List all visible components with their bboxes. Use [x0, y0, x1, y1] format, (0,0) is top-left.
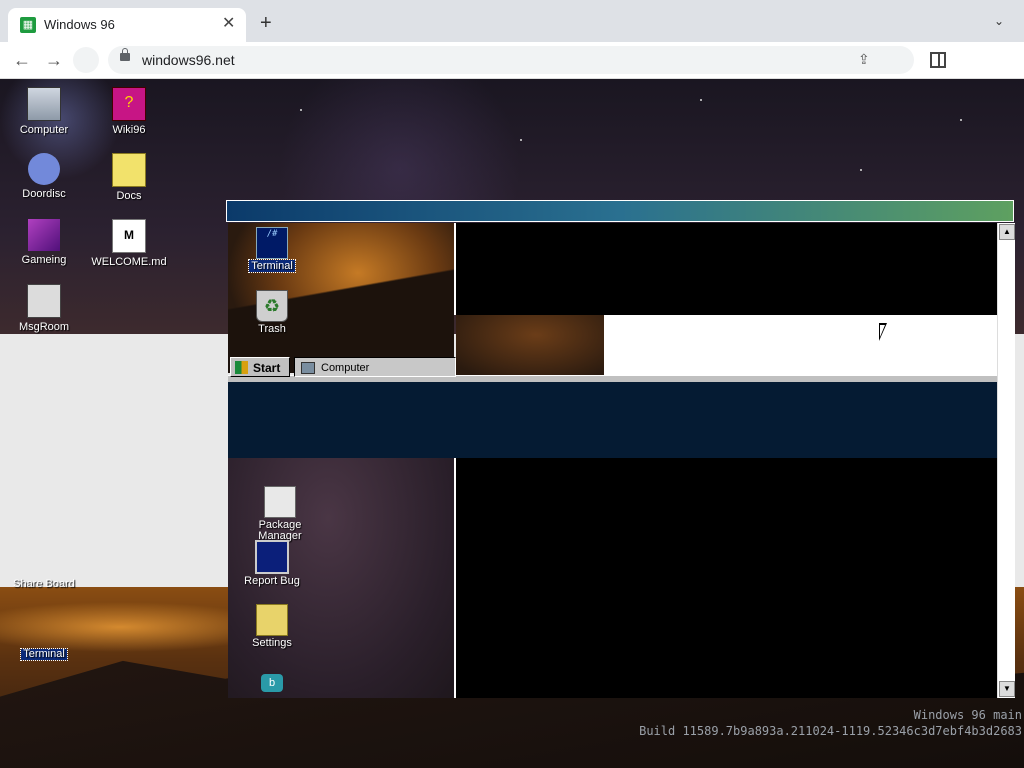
desktop-icon-label: Terminal	[20, 648, 68, 661]
mouse-cursor-icon	[879, 323, 891, 341]
window-icon-app[interactable]: b	[242, 674, 302, 692]
settings-icon	[256, 604, 288, 636]
tab-search-chevron-icon[interactable]: ⌄	[994, 14, 1004, 28]
window-icon-label: Report Bug	[244, 575, 300, 587]
desktop-icon-wiki96[interactable]: ? Wiki96	[89, 87, 169, 136]
package-manager-icon	[264, 486, 296, 518]
reload-button[interactable]	[73, 47, 99, 73]
terminal-icon: /#	[256, 227, 288, 259]
lock-icon	[120, 48, 130, 61]
desktop-icon-docs[interactable]: Docs	[89, 153, 169, 202]
scroll-up-arrow-icon[interactable]: ▲	[999, 224, 1015, 240]
desktop-icon-welcome-md[interactable]: M WELCOME.md	[89, 219, 169, 268]
cube-icon	[28, 219, 60, 251]
desktop-icon-label: MsgRoom	[18, 321, 70, 333]
back-button[interactable]: ←	[13, 50, 31, 70]
share-icon[interactable]: ⇪	[858, 51, 870, 68]
window-icon-report-bug[interactable]: Report Bug	[242, 540, 302, 587]
star	[300, 109, 302, 111]
report-bug-icon	[255, 540, 289, 574]
window-title-bar[interactable]	[226, 200, 1014, 222]
blank-pane	[604, 315, 997, 377]
discord-icon	[28, 153, 60, 185]
computer-icon	[27, 87, 61, 121]
taskbar-item-computer[interactable]: Computer	[294, 357, 456, 377]
desktop-icon-doordisc[interactable]: Doordisc	[4, 153, 84, 200]
new-tab-button[interactable]: +	[260, 13, 272, 33]
browser-tab-bar: ▦ Windows 96 ✕ + ⌄	[0, 0, 1024, 42]
desktop-icon-label: Share Board	[13, 579, 75, 589]
window-icon-label: Settings	[252, 637, 292, 649]
tab-title: Windows 96	[44, 17, 115, 32]
window-icon-trash[interactable]: ♻ Trash	[242, 290, 302, 335]
window-icon-settings[interactable]: Settings	[242, 604, 302, 649]
windows96-favicon-icon: ▦	[20, 17, 36, 33]
window-icon-label: Trash	[258, 323, 286, 335]
star	[520, 139, 522, 141]
url-text: windows96.net	[142, 52, 235, 68]
desktop-icon-msgroom[interactable]: MsgRoom	[4, 284, 84, 333]
desktop-icon-label: Doordisc	[22, 188, 66, 200]
window-icon-label: Package Manager	[258, 519, 302, 542]
navy-band	[228, 382, 997, 458]
computer-icon	[301, 362, 315, 374]
star	[860, 169, 862, 171]
window-icon-terminal[interactable]: /# Terminal	[242, 227, 302, 273]
terminal-pane-bottom[interactable]	[454, 458, 999, 698]
wallpaper-strip	[456, 315, 604, 375]
forward-button[interactable]: →	[45, 50, 63, 70]
desktop-icon-label: WELCOME.md	[91, 256, 167, 268]
side-panel-icon[interactable]	[930, 52, 946, 68]
desktop-icon-label: Docs	[116, 190, 142, 202]
star	[700, 99, 702, 101]
version-watermark: Windows 96 main	[913, 708, 1022, 722]
desktop-icon-computer[interactable]: Computer	[4, 87, 84, 136]
window-icon-label: Terminal	[248, 259, 296, 273]
desktop-icon-terminal[interactable]: Terminal	[4, 645, 84, 661]
star	[960, 119, 962, 121]
terminal-pane-top[interactable]	[454, 223, 999, 315]
scroll-down-arrow-icon[interactable]: ▼	[999, 681, 1015, 697]
markdown-icon: M	[112, 219, 146, 253]
desktop-icon-label: Wiki96	[112, 124, 146, 136]
browser-tab[interactable]: ▦ Windows 96 ✕	[8, 8, 246, 42]
glitched-window[interactable]: ▲ ▼ /# Terminal ♻ Trash Start Computer P…	[226, 200, 1015, 698]
windows96-logo-icon	[235, 361, 248, 374]
start-label: Start	[253, 361, 281, 375]
tab-close-icon[interactable]: ✕	[222, 15, 235, 33]
desktop-icon-gameing[interactable]: Gameing	[4, 219, 84, 266]
vertical-scrollbar[interactable]: ▲ ▼	[997, 223, 1015, 698]
book-icon: ?	[112, 87, 146, 121]
trash-icon: ♻	[256, 290, 288, 322]
desktop-icon-share-board[interactable]: Share Board	[4, 579, 84, 589]
app-icon: b	[261, 674, 283, 692]
taskbar-item-label: Computer	[321, 362, 370, 374]
address-bar[interactable]: windows96.net ⇪	[108, 46, 914, 74]
desktop-viewport: Computer ? Wiki96 Doordisc Docs Gameing …	[0, 79, 1024, 768]
start-button[interactable]: Start	[230, 357, 290, 377]
window-icon-package-manager[interactable]: Package Manager	[250, 486, 310, 542]
browser-toolbar: ← → windows96.net ⇪	[0, 42, 1024, 79]
desktop-icon-label: Gameing	[21, 254, 67, 266]
folder-icon	[112, 153, 146, 187]
desktop-icon-label: Computer	[19, 124, 69, 136]
build-watermark: Build 11589.7b9a893a.211024-1119.52346c3…	[639, 724, 1022, 738]
msgroom-icon	[27, 284, 61, 318]
